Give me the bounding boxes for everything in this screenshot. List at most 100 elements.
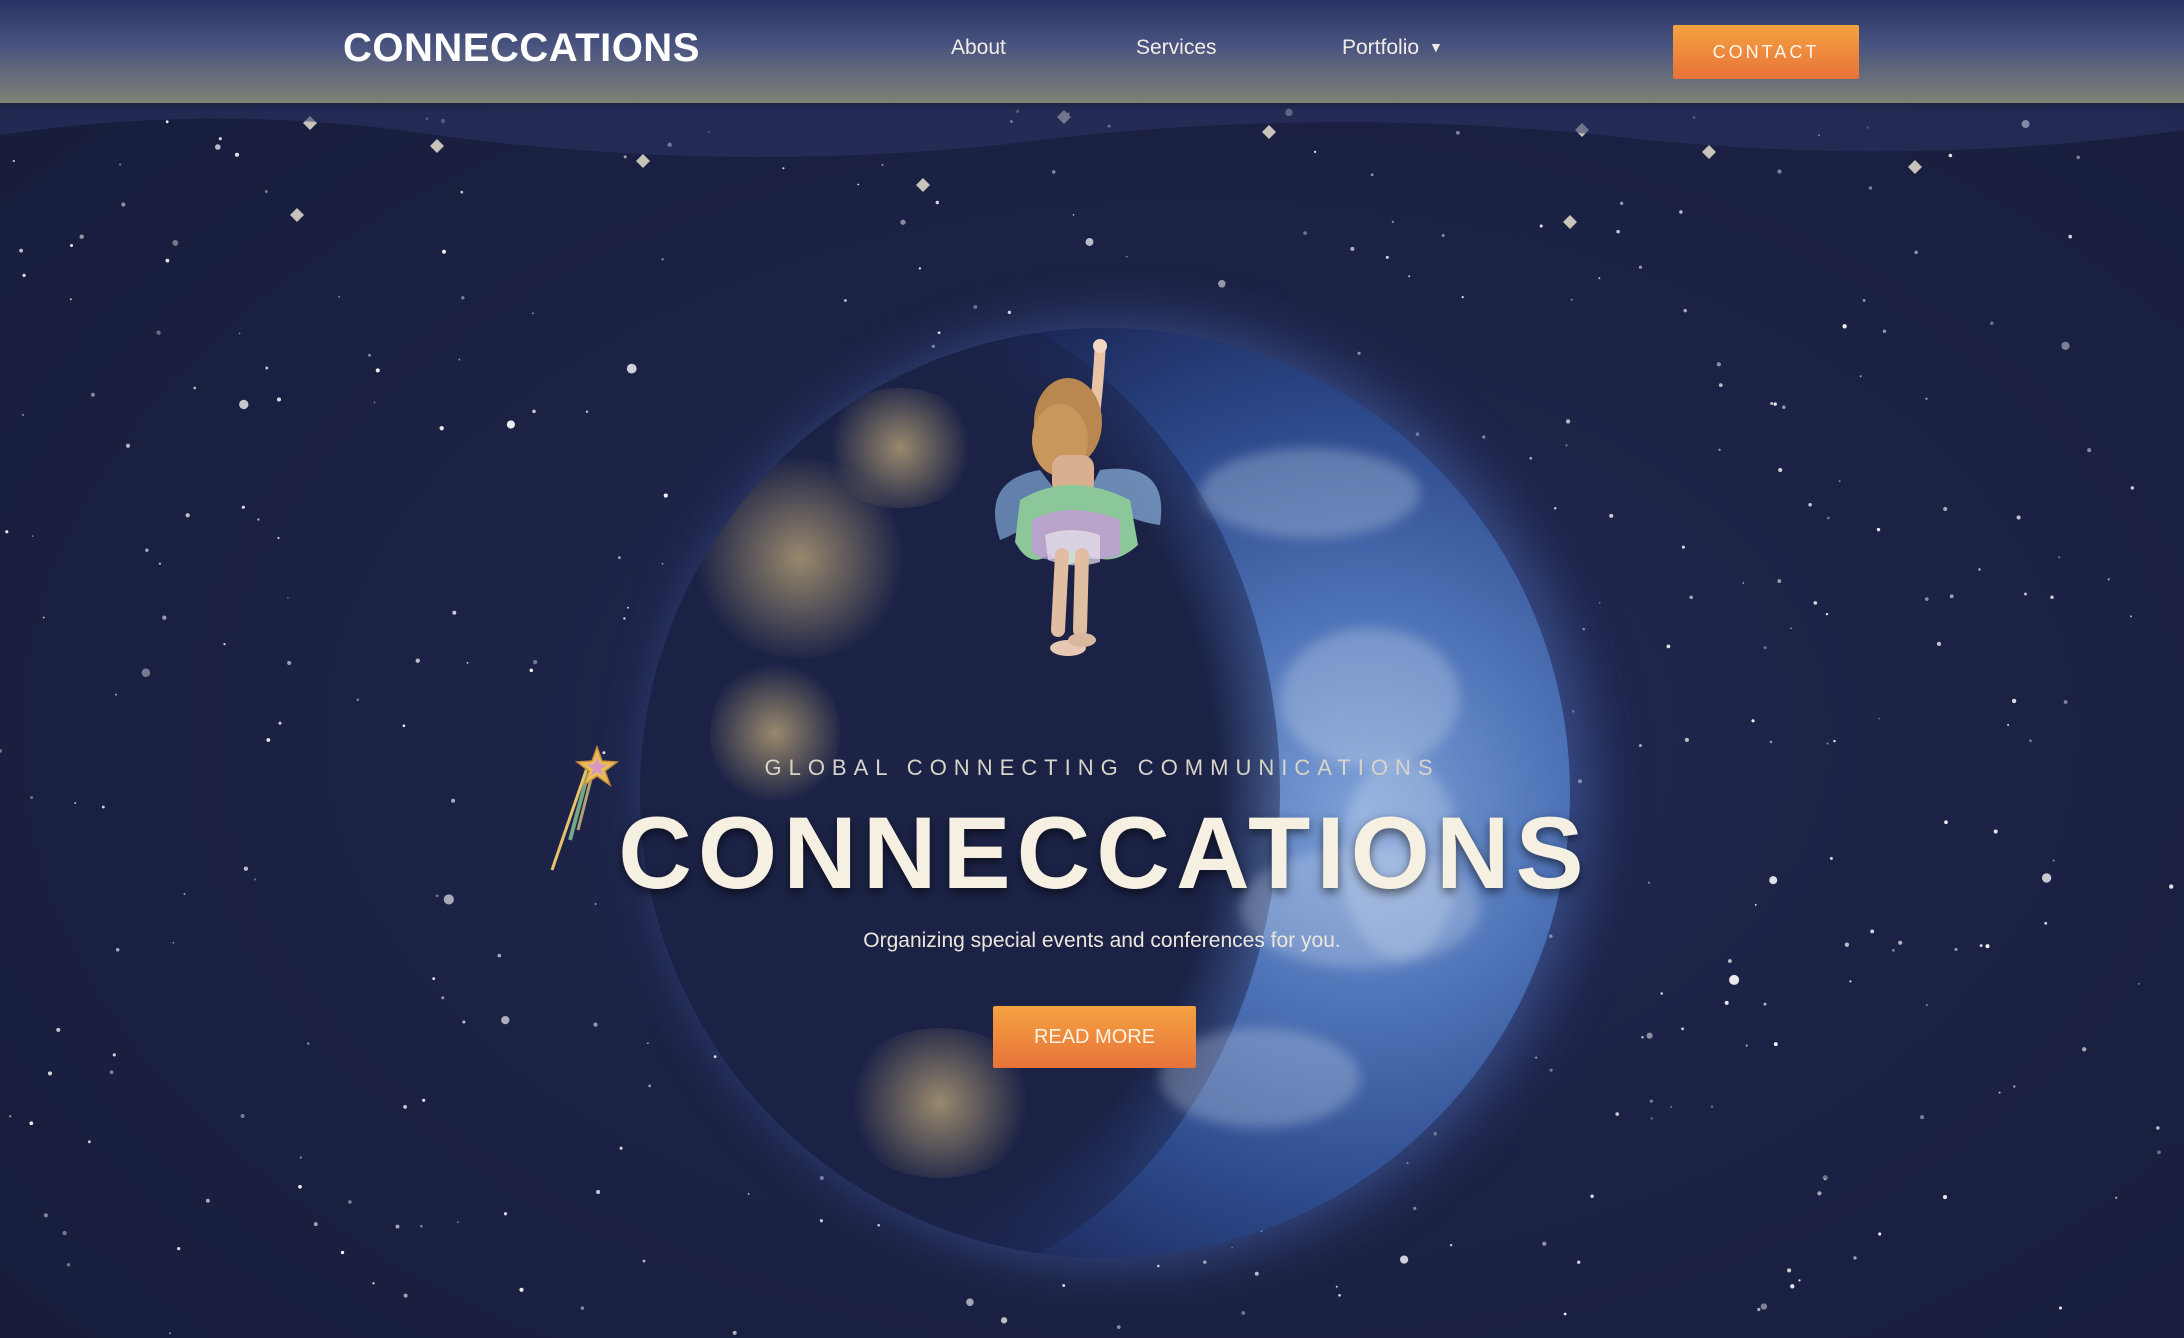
- star: [1441, 233, 1445, 237]
- star: [70, 244, 73, 247]
- star: [501, 1015, 510, 1025]
- star: [1534, 1056, 1538, 1059]
- star: [43, 1213, 48, 1218]
- star: [307, 1042, 310, 1045]
- nav-about-link[interactable]: About: [951, 36, 1006, 60]
- star: [1461, 295, 1464, 299]
- star: [1773, 402, 1777, 406]
- nav-services-link[interactable]: Services: [1136, 36, 1217, 60]
- star: [2157, 1150, 2161, 1155]
- star: [1679, 210, 1683, 214]
- star: [121, 202, 126, 207]
- star: [2137, 982, 2140, 985]
- star: [596, 1189, 601, 1195]
- star: [1620, 201, 1624, 205]
- star: [1482, 435, 1486, 439]
- star: [42, 616, 45, 619]
- star: [257, 518, 260, 521]
- star: [356, 698, 360, 702]
- star: [287, 660, 292, 666]
- star: [1925, 1003, 1928, 1007]
- star: [1876, 527, 1881, 532]
- fairy-girl-image: [995, 339, 1162, 656]
- star: [2061, 341, 2070, 350]
- star: [1646, 1032, 1653, 1039]
- star: [1724, 1000, 1729, 1005]
- star: [2058, 1306, 2063, 1310]
- star: [2129, 615, 2133, 618]
- star: [1798, 1279, 1801, 1282]
- sparkle-icon: [1563, 215, 1577, 229]
- sparkle-icon: [290, 208, 304, 222]
- star: [2044, 921, 2048, 925]
- star: [2107, 578, 2110, 581]
- star: [1051, 170, 1056, 174]
- star: [1710, 1105, 1714, 1108]
- star: [2156, 1126, 2160, 1130]
- star: [22, 273, 26, 278]
- star: [2115, 1196, 2118, 1199]
- star: [1787, 1268, 1792, 1273]
- star: [900, 219, 906, 225]
- star: [1241, 1311, 1246, 1315]
- star: [2068, 234, 2073, 239]
- star: [2082, 1047, 2087, 1052]
- star: [21, 413, 25, 417]
- star: [1399, 1255, 1409, 1264]
- star: [1825, 612, 1829, 616]
- star: [439, 426, 444, 431]
- star: [1777, 579, 1782, 584]
- read-more-button[interactable]: READ MORE: [993, 1006, 1196, 1068]
- star: [1777, 169, 1782, 174]
- star: [1570, 298, 1573, 301]
- star: [2012, 1085, 2016, 1088]
- star: [299, 1156, 302, 1159]
- star: [1823, 1178, 1826, 1181]
- star: [1862, 298, 1866, 302]
- star: [1757, 1307, 1761, 1312]
- star: [532, 409, 536, 414]
- star: [1449, 1243, 1453, 1247]
- hero-tagline: GLOBAL CONNECTING COMMUNICATIONS: [764, 755, 1440, 780]
- star: [47, 1071, 53, 1076]
- star: [1565, 444, 1568, 447]
- star: [627, 606, 629, 609]
- star: [661, 258, 664, 261]
- star: [2016, 515, 2021, 520]
- star: [1125, 255, 1128, 258]
- star: [458, 358, 461, 361]
- star: [973, 304, 978, 309]
- star: [185, 513, 190, 518]
- star: [90, 392, 95, 397]
- star: [442, 249, 446, 254]
- cloud: [1280, 628, 1460, 768]
- star: [403, 1105, 407, 1109]
- star: [1978, 568, 1981, 571]
- star: [1773, 1042, 1778, 1047]
- star: [1718, 383, 1723, 388]
- star: [497, 953, 502, 958]
- star: [415, 658, 420, 663]
- star: [278, 721, 282, 725]
- star: [298, 1184, 302, 1189]
- star: [156, 330, 161, 335]
- site-logo[interactable]: CONNECCATIONS: [343, 26, 700, 71]
- star: [1718, 448, 1721, 451]
- star: [1868, 186, 1873, 190]
- star: [1727, 959, 1732, 963]
- star: [966, 1298, 974, 1306]
- star: [506, 420, 515, 429]
- star: [1335, 1285, 1338, 1288]
- contact-button[interactable]: CONTACT: [1673, 25, 1859, 79]
- star: [348, 1200, 352, 1204]
- hero-subtitle: Organizing special events and conference…: [863, 929, 1341, 952]
- star: [240, 1113, 245, 1119]
- star: [69, 298, 72, 301]
- star: [1563, 1312, 1567, 1316]
- star: [1549, 1068, 1553, 1072]
- star: [1539, 224, 1543, 228]
- star: [223, 643, 226, 646]
- star: [1590, 1194, 1594, 1198]
- star: [623, 617, 626, 620]
- nav-portfolio-menu[interactable]: Portfolio ▼: [1342, 36, 1443, 60]
